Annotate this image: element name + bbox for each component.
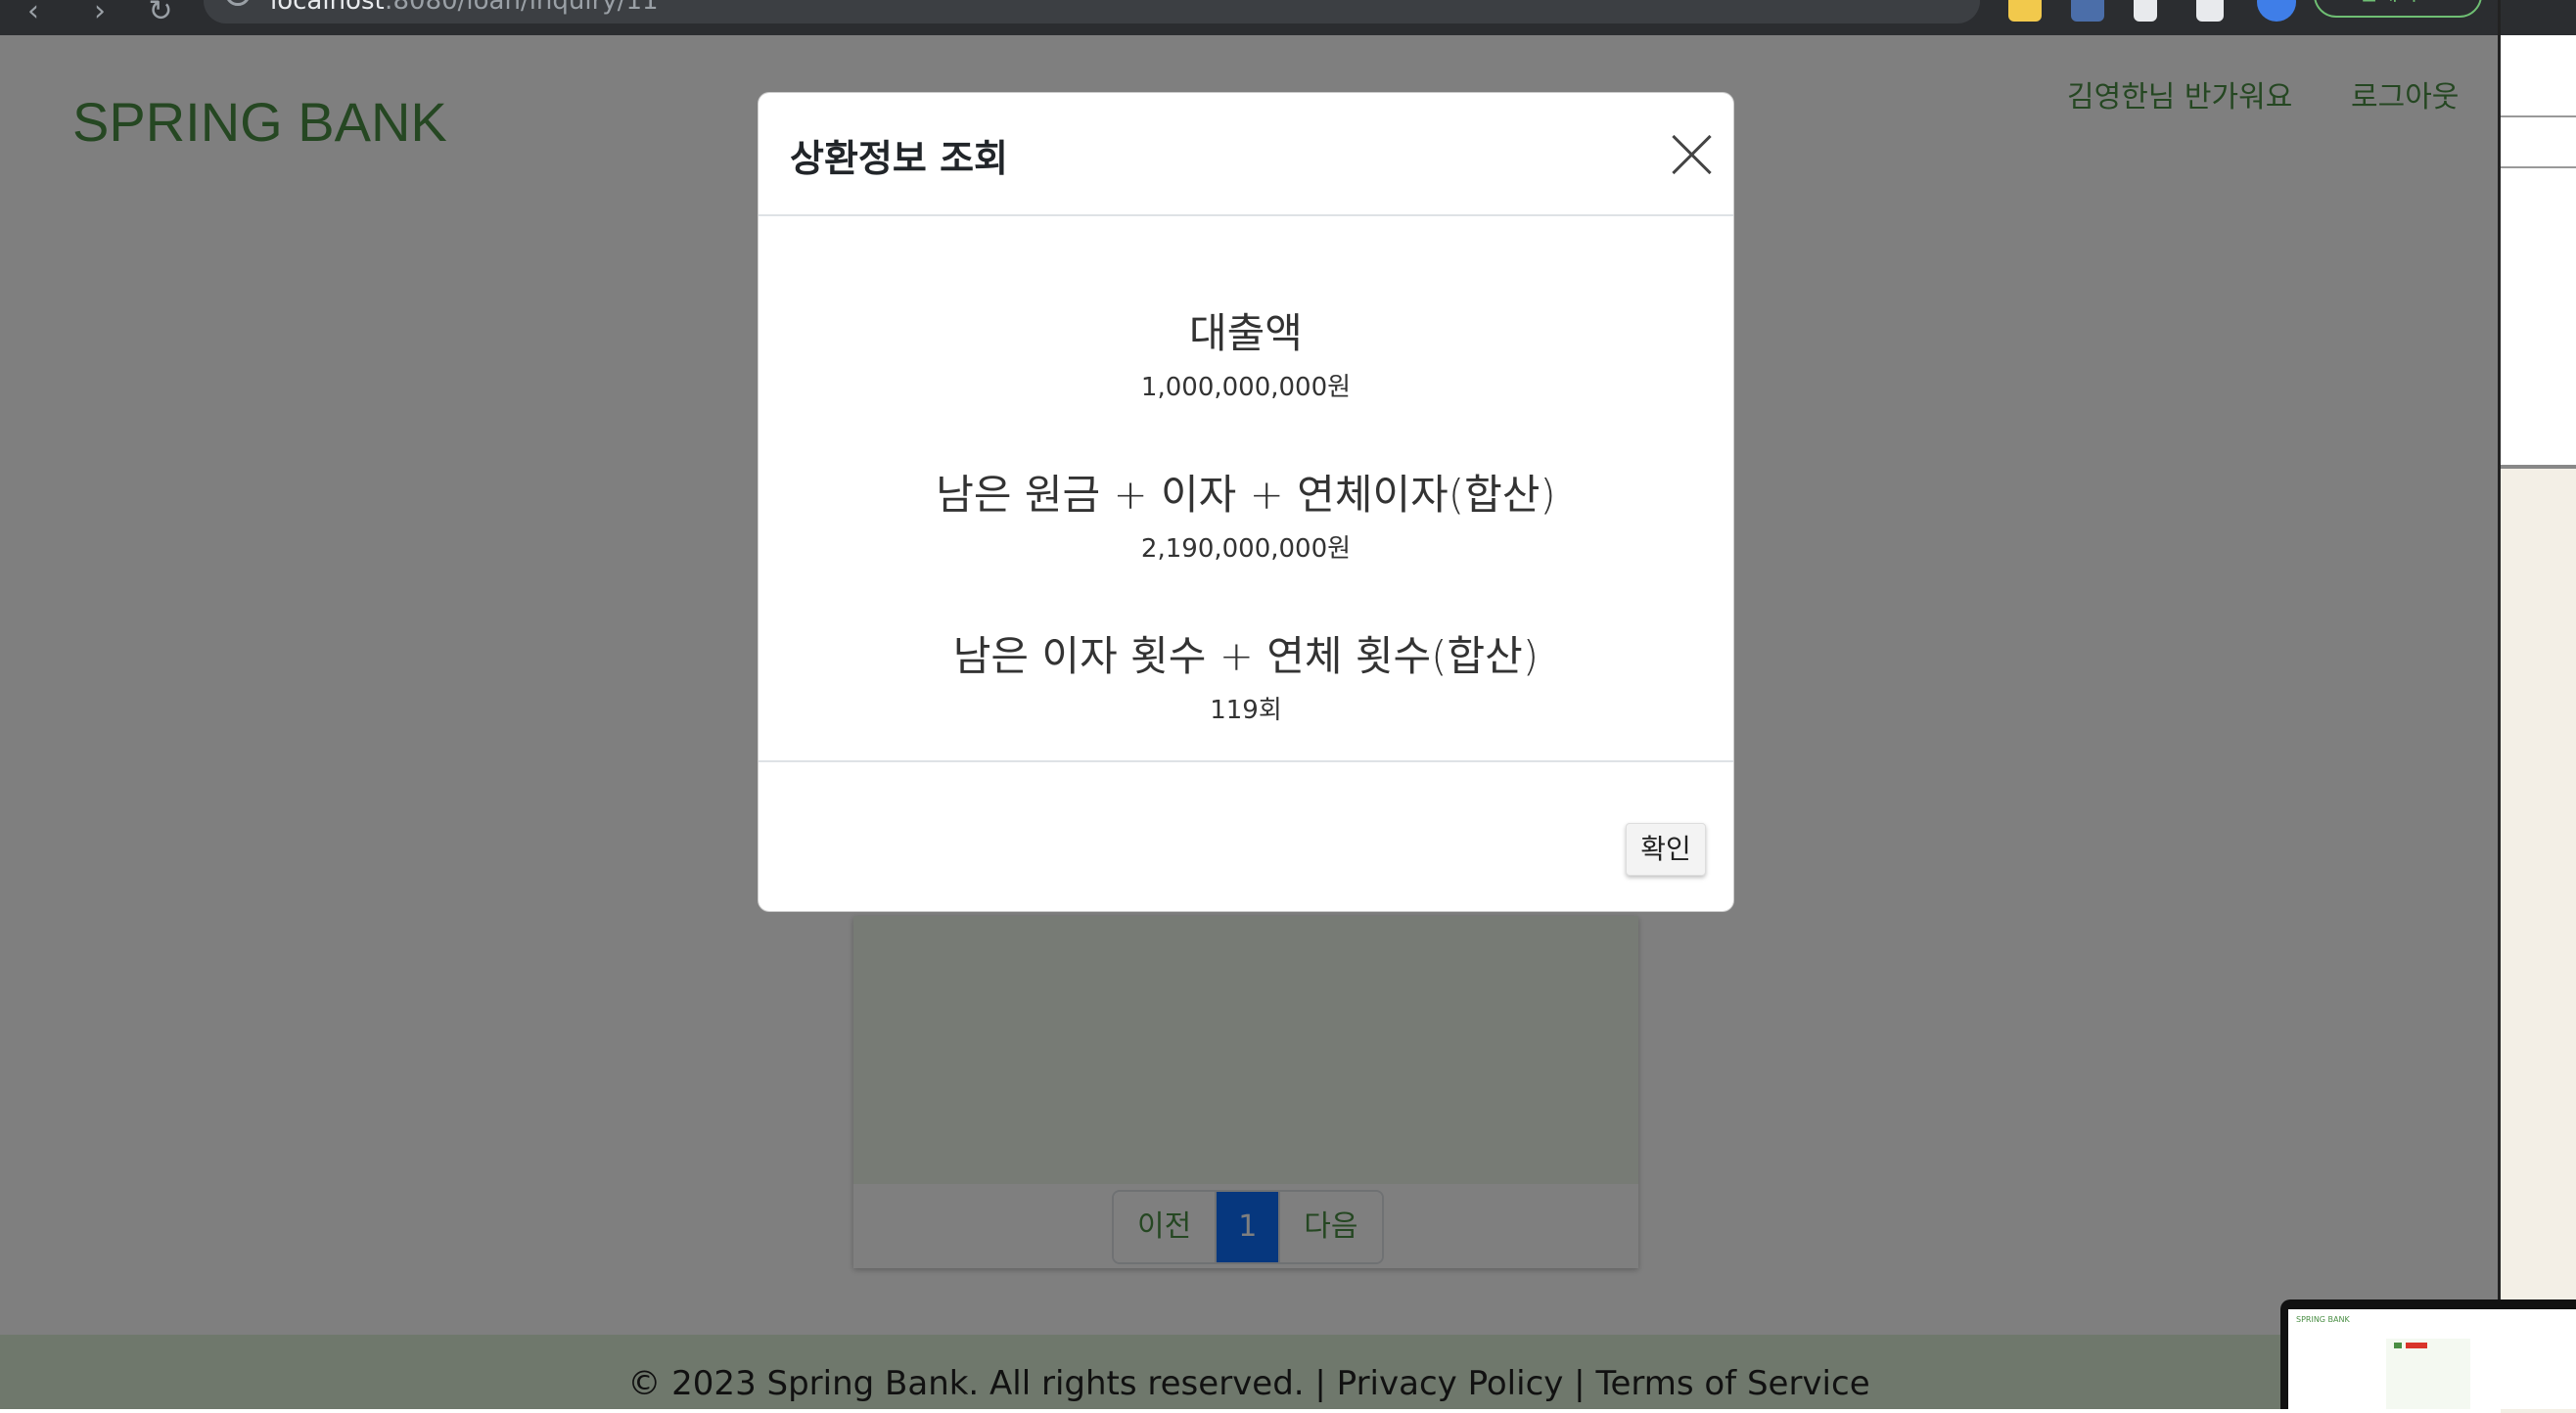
reload-icon[interactable]: ↻ xyxy=(141,0,180,31)
browser-toolbar: ‹ › ↻ localhost:8080/loan/inquiry/11 ▭ ★… xyxy=(0,0,2498,35)
remaining-count-value: 119회 xyxy=(1210,696,1282,725)
modal-footer: 확인 xyxy=(759,760,1733,911)
adjacent-window-panel xyxy=(2501,115,2576,168)
install-icon[interactable]: ▭ xyxy=(1869,0,1895,1)
remaining-count-block: 남은 이자 횟수 + 연체 횟수(합산) 119회 xyxy=(759,629,1733,726)
loan-amount-block: 대출액 1,000,000,000원 xyxy=(759,306,1733,403)
loan-amount-value: 1,000,000,000원 xyxy=(1140,373,1352,402)
remaining-count-label: 남은 이자 횟수 + 연체 횟수(합산) xyxy=(952,632,1540,680)
remaining-total-block: 남은 원금 + 이자 + 연체이자(합산) 2,190,000,000원 xyxy=(759,468,1733,565)
remaining-total-label: 남은 원금 + 이자 + 연체이자(합산) xyxy=(936,471,1556,519)
modal-header: 상환정보 조회 xyxy=(759,93,1733,216)
forward-icon[interactable]: › xyxy=(80,0,119,31)
bookmark-star-icon[interactable]: ★ xyxy=(1930,0,1955,1)
sidebar-icon[interactable] xyxy=(2196,0,2224,22)
thumbnail-mark xyxy=(2394,1343,2402,1348)
profile-avatar[interactable] xyxy=(2257,0,2296,22)
modal-body: 대출액 1,000,000,000원 남은 원금 + 이자 + 연체이자(합산)… xyxy=(759,216,1733,760)
extension-puzzle-icon[interactable] xyxy=(2134,0,2157,22)
extension-icon[interactable] xyxy=(2071,0,2104,22)
remaining-total-value: 2,190,000,000원 xyxy=(1140,534,1352,564)
update-button[interactable]: 업데이트 xyxy=(2314,0,2482,18)
close-icon[interactable] xyxy=(1667,130,1716,179)
extension-icon[interactable] xyxy=(2008,0,2042,22)
thumbnail-screen: SPRING BANK xyxy=(2288,1309,2576,1409)
thumbnail-mark xyxy=(2406,1343,2427,1348)
adjacent-window xyxy=(2498,0,2576,1413)
back-icon[interactable]: ‹ xyxy=(14,0,53,31)
address-url: localhost:8080/loan/inquiry/11 xyxy=(270,0,659,16)
screenshot-thumbnail[interactable]: SPRING BANK xyxy=(2280,1299,2576,1409)
thumbnail-card xyxy=(2386,1339,2470,1409)
adjacent-window-toolbar xyxy=(2501,0,2576,35)
address-bar[interactable]: localhost:8080/loan/inquiry/11 ▭ ★ xyxy=(204,0,1980,23)
adjacent-window-content xyxy=(2501,465,2576,1413)
confirm-button[interactable]: 확인 xyxy=(1626,823,1706,876)
site-info-icon[interactable] xyxy=(225,0,251,6)
thumbnail-brand: SPRING BANK xyxy=(2296,1315,2350,1324)
modal-title: 상환정보 조회 xyxy=(790,137,1008,180)
loan-amount-label: 대출액 xyxy=(1189,309,1303,357)
repayment-info-modal: 상환정보 조회 대출액 1,000,000,000원 남은 원금 + 이자 + … xyxy=(758,92,1734,912)
